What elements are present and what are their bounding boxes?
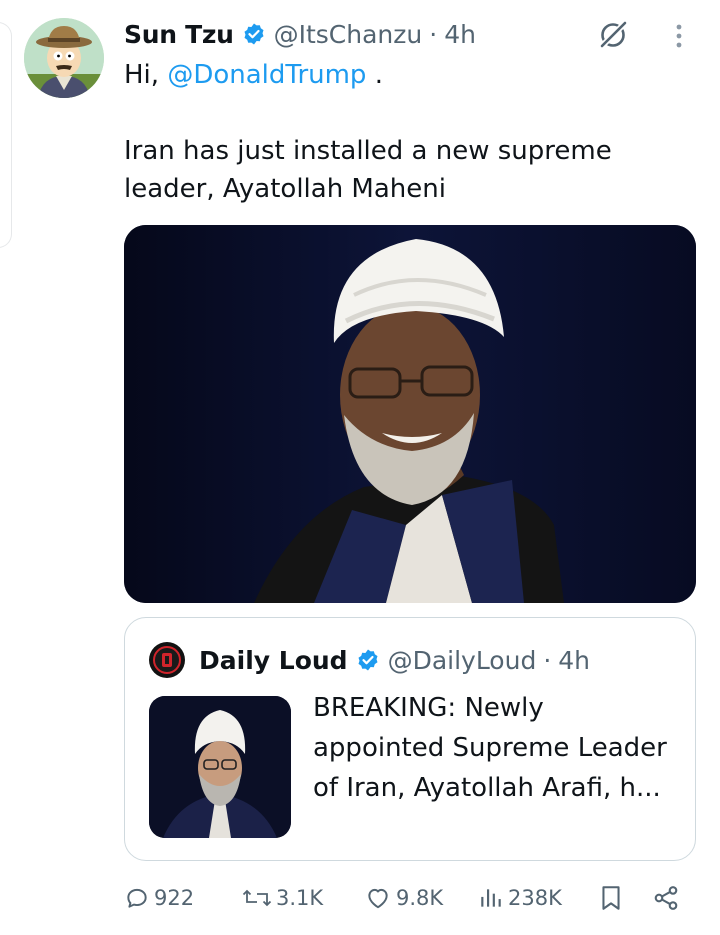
like-button[interactable]: 9.8K: [364, 876, 443, 920]
tweet-timestamp[interactable]: 4h: [444, 20, 476, 49]
tweet-text: Hi, @DonaldTrump . Iran has just install…: [124, 56, 694, 208]
daily-loud-logo: [153, 646, 181, 674]
avatar-cartoon-image: [24, 18, 104, 98]
separator-dot: ·: [429, 19, 438, 49]
tweet-body-line-1: Iran has just installed a new supreme: [124, 136, 612, 166]
quoted-text-line-2: appointed Supreme Leader: [313, 733, 667, 763]
quoted-tweet-header: Daily Loud @DailyLoud · 4h: [149, 642, 590, 678]
quoted-tweet-thumbnail[interactable]: [149, 696, 291, 838]
reply-button[interactable]: 922: [124, 876, 194, 920]
repost-icon: [242, 889, 272, 907]
bookmark-button[interactable]: [598, 876, 624, 920]
views-icon: [481, 889, 501, 907]
like-count: 9.8K: [396, 886, 444, 910]
repost-button[interactable]: 3.1K: [242, 876, 323, 920]
share-button[interactable]: [652, 876, 680, 920]
mention-link[interactable]: @DonaldTrump: [167, 60, 366, 90]
author-avatar[interactable]: [24, 18, 104, 98]
quoted-tweet-card[interactable]: Daily Loud @DailyLoud · 4h BREAKING: New…: [124, 617, 696, 861]
tweet-body-line-2: leader, Ayatollah Maheni: [124, 174, 446, 204]
author-handle[interactable]: @ItsChanzu: [274, 20, 423, 49]
verified-badge-icon: [244, 23, 264, 45]
tweet-action-bar: 922 3.1K 9.8K 238K: [124, 876, 696, 920]
tweet-media-photo[interactable]: [124, 225, 696, 603]
reply-count: 922: [154, 886, 195, 910]
cleric-portrait-image: [124, 225, 696, 603]
author-name[interactable]: Sun Tzu: [124, 20, 234, 49]
quoted-author-handle[interactable]: @DailyLoud: [388, 646, 537, 675]
quoted-text-line-3: of Iran, Ayatollah Arafi, h...: [313, 773, 661, 803]
separator-dot: ·: [543, 645, 552, 675]
quoted-tweet-timestamp[interactable]: 4h: [558, 646, 590, 675]
views-count: 238K: [508, 886, 562, 910]
grok-icon[interactable]: [596, 18, 630, 52]
greeting-text: Hi,: [124, 60, 168, 90]
reply-icon: [127, 888, 147, 908]
quoted-author-avatar[interactable]: [149, 642, 185, 678]
like-icon: [368, 888, 388, 909]
verified-badge-icon: [358, 649, 378, 671]
tweet-header: Sun Tzu @ItsChanzu · 4h: [124, 14, 476, 54]
quoted-author-name[interactable]: Daily Loud: [199, 646, 348, 675]
tweet-greeting-line: Hi, @DonaldTrump .: [124, 56, 694, 94]
share-icon: [654, 886, 678, 910]
quoted-tweet-text: BREAKING: Newly appointed Supreme Leader…: [313, 688, 683, 808]
more-icon[interactable]: [670, 22, 688, 50]
bookmark-icon: [602, 886, 620, 910]
quoted-text-line-1: BREAKING: Newly: [313, 693, 544, 723]
previous-card-edge: [0, 22, 12, 248]
repost-count: 3.1K: [276, 886, 324, 910]
cleric-thumbnail-image: [149, 696, 291, 838]
greeting-end: .: [366, 60, 383, 90]
views-button[interactable]: 238K: [478, 876, 562, 920]
